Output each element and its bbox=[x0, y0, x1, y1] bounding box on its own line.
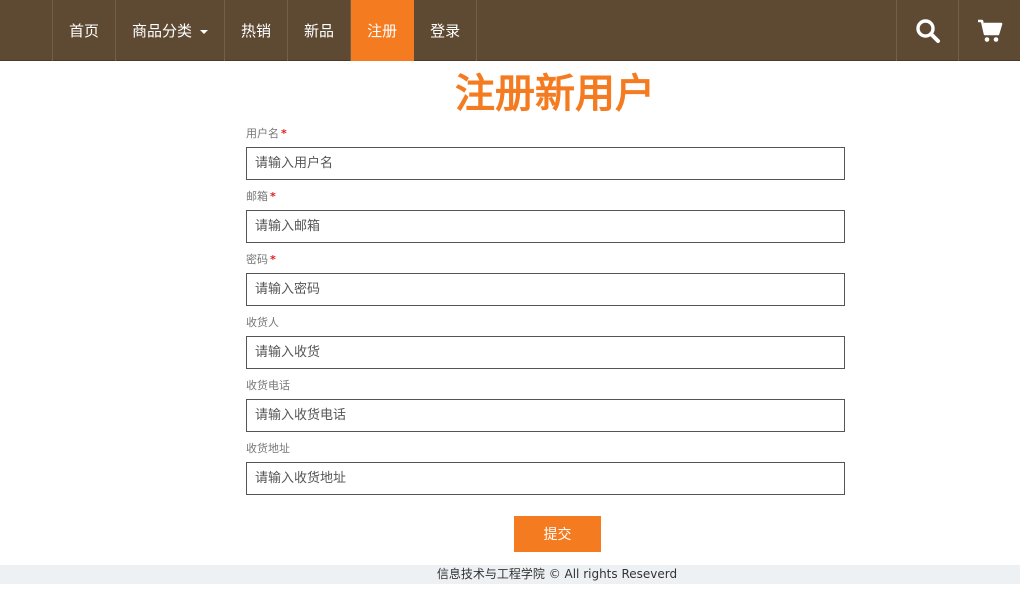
phone-field-group: 收货电话 bbox=[246, 375, 845, 438]
address-label: 收货地址 bbox=[246, 442, 290, 455]
nav-item-label: 登录 bbox=[430, 22, 461, 40]
phone-label: 收货电话 bbox=[246, 379, 290, 392]
password-label: 密码 * bbox=[246, 253, 276, 266]
register-form: 用户名* 邮箱* 密码* 收货人 收货电话 收货地址 bbox=[246, 123, 845, 501]
nav-item-login[interactable]: 登录 bbox=[414, 0, 478, 61]
nav-item-label: 热销 bbox=[241, 22, 272, 40]
receiver-input[interactable] bbox=[246, 336, 845, 369]
password-field-group: 密码 * bbox=[246, 249, 845, 312]
email-input[interactable] bbox=[246, 210, 845, 243]
nav-item-label: 商品分类 bbox=[132, 22, 193, 40]
username-input[interactable] bbox=[246, 147, 845, 180]
caret-down-icon bbox=[200, 29, 209, 34]
required-mark: * bbox=[270, 253, 276, 266]
nav-item-register[interactable]: 注册 bbox=[351, 0, 415, 61]
nav-item-label: 新品 bbox=[304, 22, 335, 40]
email-label: 邮箱 * bbox=[246, 190, 276, 203]
nav-item-hot[interactable]: 热销 bbox=[225, 0, 289, 61]
email-field-group: 邮箱 * bbox=[246, 186, 845, 249]
password-input[interactable] bbox=[246, 273, 845, 306]
search-icon bbox=[915, 18, 940, 43]
footer: 信息技术与工程学院 © All rights Reseverd bbox=[0, 565, 1020, 584]
navbar: 首页 商品分类 热销 新品 注册 登录 bbox=[0, 0, 1020, 61]
receiver-label: 收货人 bbox=[246, 316, 279, 329]
required-mark: * bbox=[270, 190, 276, 203]
nav-item-home[interactable]: 首页 bbox=[53, 0, 117, 61]
nav-menu: 首页 商品分类 热销 新品 注册 登录 bbox=[52, 0, 478, 61]
search-button[interactable] bbox=[896, 0, 958, 61]
nav-item-categories[interactable]: 商品分类 bbox=[116, 0, 226, 61]
nav-item-label: 注册 bbox=[367, 22, 398, 40]
required-mark: * bbox=[281, 127, 287, 140]
username-label: 用户名 * bbox=[246, 127, 287, 140]
nav-item-label: 首页 bbox=[69, 22, 100, 40]
phone-input[interactable] bbox=[246, 399, 845, 432]
address-input[interactable] bbox=[246, 462, 845, 495]
cart-icon bbox=[977, 19, 1002, 42]
cart-button[interactable] bbox=[958, 0, 1020, 61]
receiver-field-group: 收货人 bbox=[246, 312, 845, 375]
page-title: 注册新用户 bbox=[455, 71, 655, 117]
nav-actions bbox=[896, 0, 1020, 61]
submit-button[interactable]: 提交 bbox=[514, 516, 601, 552]
username-field-group: 用户名 * bbox=[246, 123, 845, 186]
nav-item-new[interactable]: 新品 bbox=[288, 0, 352, 61]
address-field-group: 收货地址 bbox=[246, 438, 845, 501]
